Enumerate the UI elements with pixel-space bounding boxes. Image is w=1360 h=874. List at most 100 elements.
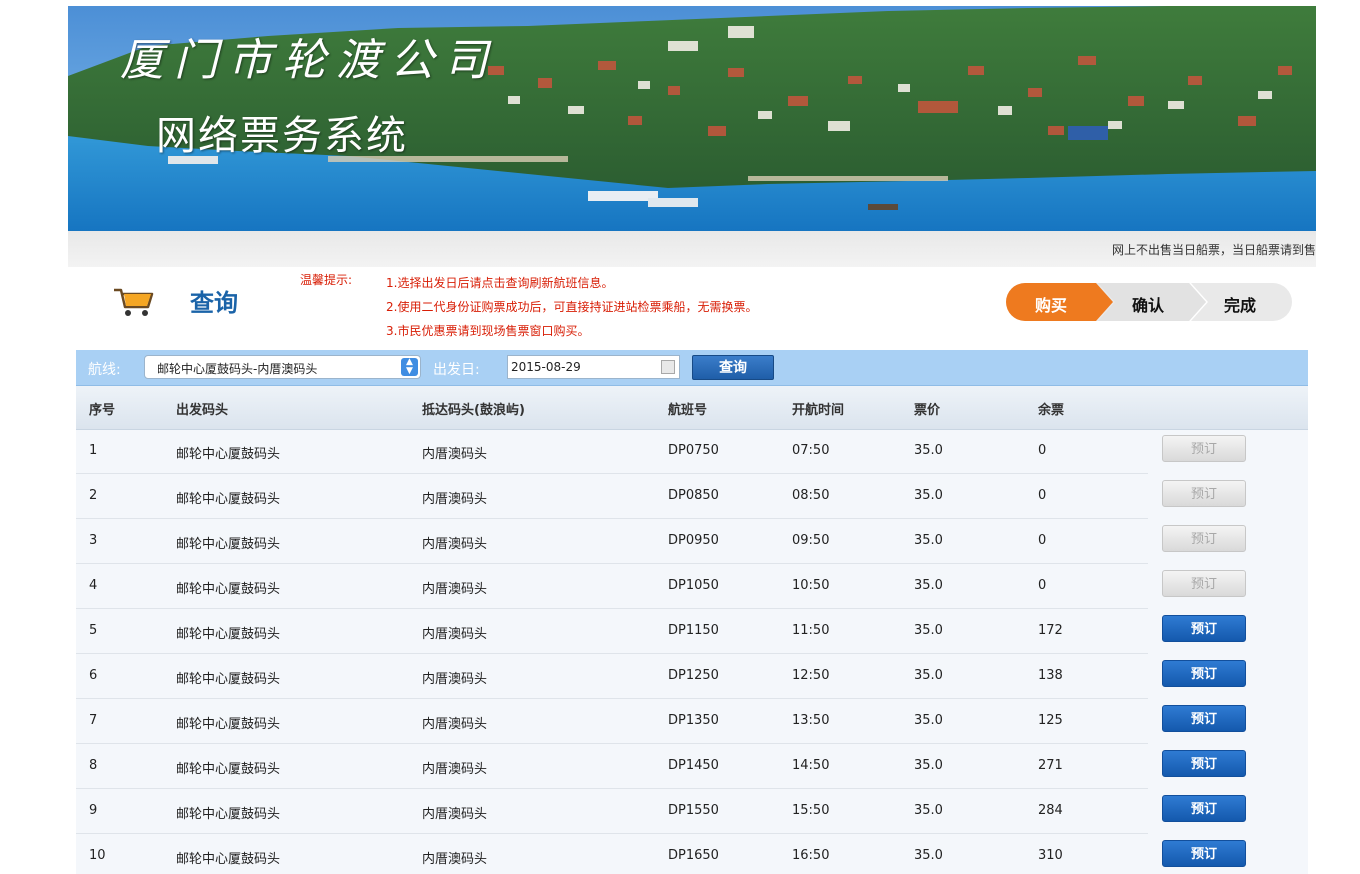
header-from: 出发码头 — [176, 403, 229, 418]
cell-price: 35.0 — [914, 533, 943, 548]
cell-no: 5 — [89, 623, 98, 638]
cell-time: 10:50 — [792, 578, 830, 593]
table-row: 6 邮轮中心厦鼓码头 内厝澳码头 DP1250 12:50 35.0 138 预… — [76, 654, 1308, 699]
page-title: 查询 — [190, 289, 238, 317]
header-no: 序号 — [89, 403, 116, 418]
route-label: 航线: — [88, 362, 121, 378]
cell-to: 内厝澳码头 — [422, 672, 488, 687]
cell-price: 35.0 — [914, 758, 943, 773]
cell-time: 07:50 — [792, 443, 830, 458]
cell-flight: DP1650 — [668, 848, 719, 863]
book-button[interactable]: 预订 — [1162, 525, 1246, 552]
cell-remaining: 172 — [1038, 623, 1063, 638]
date-field[interactable]: 2015-08-29 — [507, 355, 680, 379]
cell-flight: DP1350 — [668, 713, 719, 728]
cell-time: 09:50 — [792, 533, 830, 548]
cell-from: 邮轮中心厦鼓码头 — [176, 717, 281, 732]
cell-remaining: 310 — [1038, 848, 1063, 863]
cell-no: 4 — [89, 578, 98, 593]
cell-flight: DP1450 — [668, 758, 719, 773]
search-button[interactable]: 查询 — [692, 355, 774, 380]
cell-remaining: 125 — [1038, 713, 1063, 728]
book-button[interactable]: 预订 — [1162, 570, 1246, 597]
book-button[interactable]: 预订 — [1162, 660, 1246, 687]
header-time: 开航时间 — [792, 403, 845, 418]
date-value: 2015-08-29 — [511, 360, 581, 374]
table-row: 4 邮轮中心厦鼓码头 内厝澳码头 DP1050 10:50 35.0 0 预订 — [76, 564, 1308, 609]
header-flight: 航班号 — [668, 403, 708, 418]
book-button[interactable]: 预订 — [1162, 435, 1246, 462]
cell-remaining: 0 — [1038, 443, 1047, 458]
cell-time: 12:50 — [792, 668, 830, 683]
table-row: 9 邮轮中心厦鼓码头 内厝澳码头 DP1550 15:50 35.0 284 预… — [76, 789, 1308, 834]
book-button[interactable]: 预订 — [1162, 480, 1246, 507]
cell-price: 35.0 — [914, 803, 943, 818]
cell-from: 邮轮中心厦鼓码头 — [176, 447, 281, 462]
brand-subtitle: 网络票务系统 — [156, 113, 408, 159]
cell-to: 内厝澳码头 — [422, 807, 488, 822]
cell-to: 内厝澳码头 — [422, 852, 488, 867]
cell-from: 邮轮中心厦鼓码头 — [176, 537, 281, 552]
calendar-icon[interactable] — [661, 360, 675, 374]
cell-flight: DP1250 — [668, 668, 719, 683]
book-button[interactable]: 预订 — [1162, 795, 1246, 822]
notice-marquee: 网上不出售当日船票，当日船票请到售 — [68, 231, 1316, 267]
cell-remaining: 271 — [1038, 758, 1063, 773]
header-to: 抵达码头(鼓浪屿) — [422, 403, 525, 418]
cell-no: 2 — [89, 488, 98, 503]
cell-price: 35.0 — [914, 848, 943, 863]
step-complete: 完成 — [1224, 296, 1257, 315]
table-row: 8 邮轮中心厦鼓码头 内厝澳码头 DP1450 14:50 35.0 271 预… — [76, 744, 1308, 789]
tips-list: 1.选择出发日后请点击查询刷新航班信息。 2.使用二代身份证购票成功后，可直接持… — [386, 271, 757, 343]
table-row: 3 邮轮中心厦鼓码头 内厝澳码头 DP0950 09:50 35.0 0 预订 — [76, 519, 1308, 564]
tips-label: 温馨提示: — [300, 273, 353, 287]
route-select[interactable]: 邮轮中心厦鼓码头-内厝澳码头 ▲ ▼ — [144, 355, 421, 379]
header-price: 票价 — [914, 403, 941, 418]
cell-flight: DP1150 — [668, 623, 719, 638]
cell-remaining: 0 — [1038, 578, 1047, 593]
cell-to: 内厝澳码头 — [422, 582, 488, 597]
shopping-cart-icon — [112, 285, 156, 319]
cell-flight: DP0950 — [668, 533, 719, 548]
cell-flight: DP0850 — [668, 488, 719, 503]
book-button[interactable]: 预订 — [1162, 840, 1246, 867]
cell-price: 35.0 — [914, 713, 943, 728]
date-label: 出发日: — [433, 362, 480, 378]
cell-no: 1 — [89, 443, 98, 458]
cell-from: 邮轮中心厦鼓码头 — [176, 582, 281, 597]
cell-from: 邮轮中心厦鼓码头 — [176, 492, 281, 507]
table-row: 7 邮轮中心厦鼓码头 内厝澳码头 DP1350 13:50 35.0 125 预… — [76, 699, 1308, 744]
cell-flight: DP1050 — [668, 578, 719, 593]
search-bar: 航线: 邮轮中心厦鼓码头-内厝澳码头 ▲ ▼ 出发日: 2015-08-29 查询 — [76, 350, 1308, 386]
brand-title: 厦门市轮渡公司 — [120, 35, 498, 86]
cell-price: 35.0 — [914, 578, 943, 593]
route-value: 邮轮中心厦鼓码头-内厝澳码头 — [157, 362, 318, 376]
cell-remaining: 0 — [1038, 488, 1047, 503]
table-row: 1 邮轮中心厦鼓码头 内厝澳码头 DP0750 07:50 35.0 0 预订 — [76, 429, 1308, 474]
cell-time: 15:50 — [792, 803, 830, 818]
cell-to: 内厝澳码头 — [422, 717, 488, 732]
schedule-table: 序号 出发码头 抵达码头(鼓浪屿) 航班号 开航时间 票价 余票 1 邮轮中心厦… — [76, 386, 1308, 874]
cell-price: 35.0 — [914, 668, 943, 683]
cell-to: 内厝澳码头 — [422, 627, 488, 642]
cell-no: 3 — [89, 533, 98, 548]
tip-item: 1.选择出发日后请点击查询刷新航班信息。 — [386, 276, 614, 290]
tip-item: 2.使用二代身份证购票成功后，可直接持证进站检票乘船，无需换票。 — [386, 300, 758, 314]
book-button[interactable]: 预订 — [1162, 750, 1246, 777]
cell-remaining: 138 — [1038, 668, 1063, 683]
cell-from: 邮轮中心厦鼓码头 — [176, 627, 281, 642]
book-button[interactable]: 预订 — [1162, 705, 1246, 732]
cell-from: 邮轮中心厦鼓码头 — [176, 807, 281, 822]
cell-no: 10 — [89, 848, 106, 863]
cell-time: 08:50 — [792, 488, 830, 503]
cell-time: 16:50 — [792, 848, 830, 863]
table-row: 5 邮轮中心厦鼓码头 内厝澳码头 DP1150 11:50 35.0 172 预… — [76, 609, 1308, 654]
cell-time: 11:50 — [792, 623, 830, 638]
table-row: 2 邮轮中心厦鼓码头 内厝澳码头 DP0850 08:50 35.0 0 预订 — [76, 474, 1308, 519]
cell-no: 6 — [89, 668, 98, 683]
cell-time: 13:50 — [792, 713, 830, 728]
header-remaining: 余票 — [1038, 403, 1065, 418]
book-button[interactable]: 预订 — [1162, 615, 1246, 642]
cell-to: 内厝澳码头 — [422, 447, 488, 462]
cell-no: 9 — [89, 803, 98, 818]
